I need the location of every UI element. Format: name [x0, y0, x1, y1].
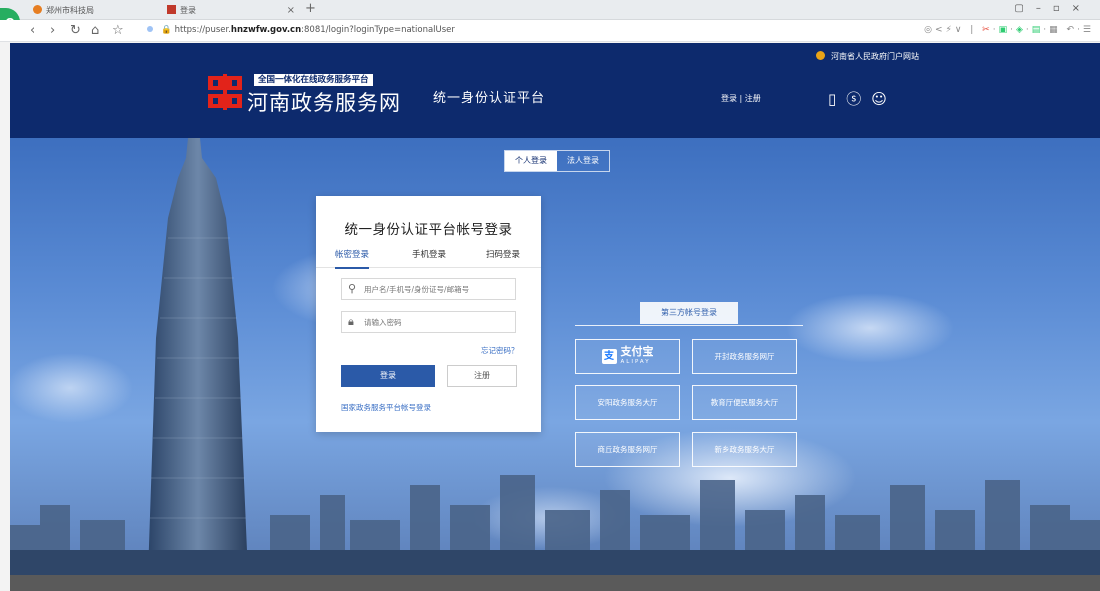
site-header: 河南省人民政府门户网站 全国一体化在线政务服务平台 河南政务服务网 统一身份认证…: [10, 43, 1100, 138]
portal-link-text: 河南省人民政府门户网站: [831, 52, 919, 61]
browser-tab-kejiju[interactable]: 郑州市科技局: [33, 3, 94, 19]
anyang-login-button[interactable]: 安阳政务服务大厅: [575, 385, 680, 420]
browser-extensions[interactable]: ◎<⚡∨ | ✂·▣·◈·▤·▦ ↶·☰: [924, 25, 1094, 35]
tab-favicon-icon: [33, 5, 42, 14]
national-account-login-link[interactable]: 国家政务服务平台帐号登录: [341, 402, 431, 413]
national-emblem-icon: [816, 51, 825, 60]
window-controls[interactable]: ▢–▫×: [1014, 3, 1092, 14]
tab-personal-login[interactable]: 个人登录: [505, 151, 557, 171]
city-skyline-image: [10, 475, 1100, 575]
site-info-icon: [147, 26, 153, 32]
login-type-switch: 个人登录 法人登录: [504, 150, 610, 172]
tab-password-login[interactable]: 帐密登录: [335, 248, 370, 269]
kaifeng-login-button[interactable]: 开封政务服务网厅: [692, 339, 797, 374]
tab-legal-login[interactable]: 法人登录: [557, 151, 609, 171]
new-tab-button[interactable]: +: [305, 1, 316, 16]
page: 河南省人民政府门户网站 全国一体化在线政务服务平台 河南政务服务网 统一身份认证…: [10, 43, 1100, 591]
forgot-password-link[interactable]: 忘记密码？: [481, 345, 519, 356]
weibo-icon[interactable]: ⓢ: [846, 90, 871, 108]
logo-badge: 全国一体化在线政务服务平台: [254, 74, 373, 86]
third-party-title: 第三方帐号登录: [640, 302, 738, 324]
alipay-icon: 支: [601, 349, 617, 364]
wechat-icon[interactable]: ☺: [871, 90, 897, 108]
url-field[interactable]: 🔒 https://puser.hnzwfw.gov.cn:8081/login?…: [147, 25, 455, 35]
alipay-text: 支付宝: [620, 344, 654, 358]
alipay-subtext: ALIPAY: [620, 358, 651, 365]
tab-favicon-icon: [167, 5, 176, 14]
education-login-button[interactable]: 教育厅便民服务大厅: [692, 385, 797, 420]
login-card: 统一身份认证平台帐号登录 帐密登录 手机登录 扫码登录 ⚲ 🔒︎ 忘记密码？ 登…: [316, 196, 541, 432]
lock-icon: 🔒︎: [348, 315, 354, 328]
home-icon[interactable]: ⌂: [91, 23, 99, 38]
back-icon[interactable]: ‹: [30, 23, 35, 38]
shangqiu-login-button[interactable]: 商丘政务服务网厅: [575, 432, 680, 467]
lock-icon: 🔒: [161, 25, 172, 35]
login-button[interactable]: 登录: [341, 365, 435, 387]
password-input[interactable]: [364, 314, 512, 330]
portal-link[interactable]: 河南省人民政府门户网站: [816, 51, 919, 62]
header-login-register[interactable]: 登录 | 注册: [721, 93, 761, 104]
alipay-label: 支付宝 ALIPAY: [620, 344, 654, 367]
forward-icon[interactable]: ›: [50, 23, 55, 38]
site-name[interactable]: 河南政务服务网: [247, 87, 401, 117]
url-suffix: :8081/login?loginType=nationalUser: [301, 25, 455, 35]
favorite-star-icon[interactable]: ☆: [112, 23, 124, 38]
header-icons: ▯ⓢ☺: [828, 88, 897, 109]
url-host: hnzwfw.gov.cn: [230, 25, 302, 35]
browser-tab-bar: 郑州市科技局 登录 × + ▢–▫×: [0, 0, 1100, 20]
tab-title: 郑州市科技局: [46, 6, 94, 15]
tab-qrcode-login[interactable]: 扫码登录: [486, 248, 520, 268]
close-tab-icon[interactable]: ×: [287, 3, 295, 19]
tab-title: 登录: [180, 6, 196, 15]
browser-tab-login[interactable]: 登录 ×: [167, 3, 295, 19]
register-button[interactable]: 注册: [447, 365, 517, 387]
alipay-login-button[interactable]: 支 支付宝 ALIPAY: [575, 339, 680, 374]
xinxiang-login-button[interactable]: 新乡政务服务大厅: [692, 432, 797, 467]
address-bar: ‹ › ↻ ⌂ ☆ 🔒 https://puser.hnzwfw.gov.cn:8…: [0, 20, 1100, 42]
password-field[interactable]: 🔒︎: [341, 311, 516, 333]
login-card-title: 统一身份认证平台帐号登录: [344, 222, 513, 238]
platform-title: 统一身份认证平台: [433, 91, 546, 106]
tab-phone-login[interactable]: 手机登录: [412, 248, 446, 268]
username-field[interactable]: ⚲: [341, 278, 516, 300]
mobile-icon[interactable]: ▯: [828, 90, 846, 108]
user-icon: ⚲: [348, 282, 357, 295]
divider: [575, 325, 803, 326]
site-logo-icon: [208, 74, 242, 110]
refresh-icon[interactable]: ↻: [70, 23, 81, 38]
page-footer: [10, 575, 1100, 591]
url-prefix: https://puser.: [174, 25, 231, 35]
username-input[interactable]: [364, 281, 512, 297]
hero-background: 个人登录 法人登录 第三方帐号登录 支 支付宝 ALIPAY 开封政务服务网厅 安…: [10, 138, 1100, 575]
login-method-tabs: 帐密登录 手机登录 扫码登录: [316, 248, 541, 269]
